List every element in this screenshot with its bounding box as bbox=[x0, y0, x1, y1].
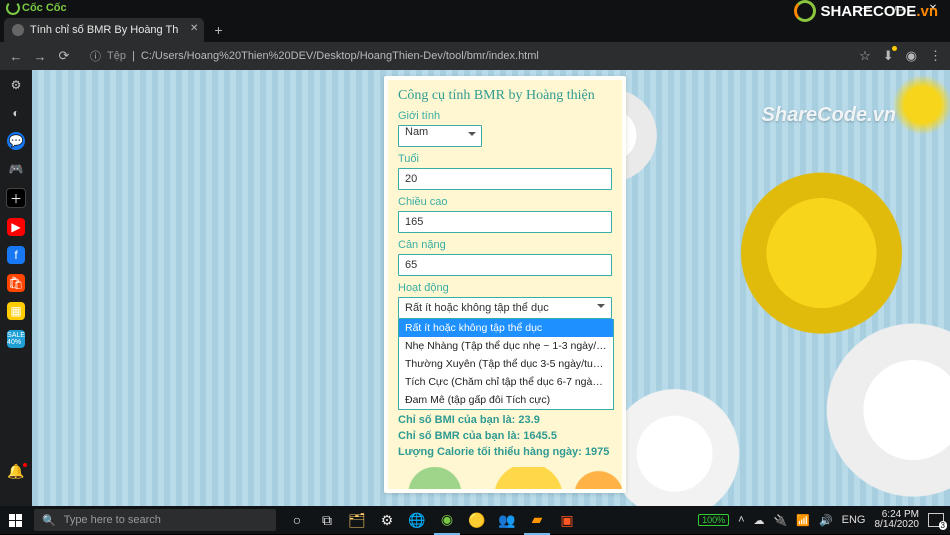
download-icon[interactable]: ⬇ bbox=[883, 48, 894, 64]
clock-date: 8/14/2020 bbox=[875, 520, 920, 531]
bookmark-star-icon[interactable]: ☆ bbox=[859, 48, 871, 64]
activity-option[interactable]: Đam Mê (tập gấp đôi Tích cực) bbox=[399, 391, 613, 409]
age-input[interactable] bbox=[398, 168, 612, 190]
sidebar-settings-icon[interactable]: ⚙ bbox=[7, 76, 25, 94]
activity-value: Rất ít hoặc không tập thể dục bbox=[405, 302, 549, 314]
weight-input[interactable] bbox=[398, 254, 612, 276]
app-extra-icon[interactable]: ▣ bbox=[554, 506, 580, 534]
onedrive-icon[interactable]: ☁ bbox=[754, 514, 765, 527]
result-bmr: Chỉ số BMR của bạn là: 1645.5 bbox=[398, 429, 612, 445]
sidebar-shopping-icon[interactable]: 🛍 bbox=[7, 274, 25, 292]
sidebar-theme-icon[interactable]: ◐ bbox=[7, 104, 25, 122]
sidebar-gamepad-icon[interactable]: 🎮 bbox=[7, 160, 25, 178]
nav-forward-icon[interactable]: → bbox=[32, 49, 48, 64]
sharecode-logo: SHARECODE.vn bbox=[794, 0, 938, 22]
activity-options: Rất ít hoặc không tập thể dục Nhẹ Nhàng … bbox=[398, 319, 614, 410]
sidebar-sale-icon[interactable]: SALE40% bbox=[7, 330, 25, 348]
sidebar-app1-icon[interactable]: ▦ bbox=[7, 302, 25, 320]
weight-label: Cân nặng bbox=[398, 239, 612, 251]
address-bar: ← → ⟳ ⓘ Tệp | C:/Users/Hoang%20Thien%20D… bbox=[0, 42, 950, 70]
taskbar-search[interactable]: 🔍 Type here to search bbox=[34, 509, 276, 531]
windows-logo-icon bbox=[9, 514, 22, 527]
activity-option[interactable]: Rất ít hoặc không tập thể dục bbox=[399, 319, 613, 337]
sidebar-bell-icon[interactable]: 🔔 bbox=[7, 463, 24, 480]
settings-icon[interactable]: ⚙ bbox=[374, 506, 400, 534]
nav-reload-icon[interactable]: ⟳ bbox=[56, 48, 72, 64]
activity-option[interactable]: Thường Xuyên (Tập thể dục 3-5 ngày/tuần) bbox=[399, 355, 613, 373]
wifi-icon[interactable]: 📶 bbox=[796, 514, 810, 527]
battery-indicator[interactable]: 100% bbox=[698, 514, 729, 526]
activity-label: Hoạt động bbox=[398, 282, 612, 294]
start-button[interactable] bbox=[0, 506, 30, 534]
profile-icon[interactable]: ◉ bbox=[906, 48, 917, 64]
sharecode-text: SHARECODE.vn bbox=[820, 3, 938, 20]
windows-taskbar: 🔍 Type here to search ○ ⧉ 🗂 ⚙ 🌐 ◉ 🟡 👥 ▰ … bbox=[0, 506, 950, 534]
result-bmi: Chỉ số BMI của bạn là: 23.9 bbox=[398, 413, 612, 429]
clock[interactable]: 6:24 PM 8/14/2020 bbox=[875, 510, 920, 531]
url-text: C:/Users/Hoang%20Thien%20DEV/Desktop/Hoa… bbox=[141, 50, 539, 62]
edge-icon[interactable]: 🌐 bbox=[404, 506, 430, 534]
sharecode-ring-icon bbox=[794, 0, 816, 22]
coccoc-logo: Cốc Cốc bbox=[6, 1, 67, 15]
age-label: Tuổi bbox=[398, 153, 612, 165]
browser-menu-icon[interactable]: ⋮ bbox=[929, 48, 942, 64]
app-name: Cốc Cốc bbox=[22, 2, 67, 14]
sidebar-youtube-icon[interactable]: ▶ bbox=[7, 218, 25, 236]
bmr-card: Công cụ tính BMR by Hoàng thiện Giới tín… bbox=[384, 76, 626, 493]
sublime-icon[interactable]: ▰ bbox=[524, 505, 550, 535]
browser-sidebar: ⚙ ◐ 💬 🎮 ＋ ▶ f 🛍 ▦ SALE40% 🔔 bbox=[0, 70, 32, 506]
url-input[interactable]: ⓘ Tệp | C:/Users/Hoang%20Thien%20DEV/Des… bbox=[80, 46, 851, 66]
language-indicator[interactable]: ENG bbox=[842, 514, 866, 526]
height-input[interactable] bbox=[398, 211, 612, 233]
volume-icon[interactable]: 🔊 bbox=[819, 514, 833, 527]
results-block: Chỉ số BMI của bạn là: 23.9 Chỉ số BMR c… bbox=[398, 413, 612, 461]
gender-value: Nam bbox=[405, 126, 428, 138]
card-title: Công cụ tính BMR by Hoàng thiện bbox=[398, 88, 612, 104]
caret-down-icon bbox=[597, 304, 605, 312]
tab-close-icon[interactable]: ✕ bbox=[190, 23, 198, 34]
search-icon: 🔍 bbox=[42, 514, 56, 527]
taskview-icon[interactable]: ⧉ bbox=[314, 506, 340, 534]
sidebar-messenger-icon[interactable]: 💬 bbox=[7, 132, 25, 150]
coccoc-taskbar-icon[interactable]: ◉ bbox=[434, 505, 460, 535]
gender-label: Giới tính bbox=[398, 110, 612, 122]
url-scheme: Tệp bbox=[107, 50, 126, 62]
result-cal: Lượng Calorie tối thiểu hàng ngày: 1975 bbox=[398, 445, 612, 461]
search-placeholder: Type here to search bbox=[64, 514, 161, 526]
page-viewport: ShareCode.vn Copyright © ShareCode.vn Cô… bbox=[32, 70, 950, 506]
gender-select[interactable]: Nam bbox=[398, 125, 482, 147]
teams-icon[interactable]: 👥 bbox=[494, 506, 520, 534]
taskbar-pinned: ○ ⧉ 🗂 ⚙ 🌐 ◉ 🟡 👥 ▰ ▣ bbox=[284, 505, 580, 535]
nav-back-icon[interactable]: ← bbox=[8, 49, 24, 64]
system-tray: 100% ˄ ☁ 🔌 📶 🔊 ENG 6:24 PM 8/14/2020 bbox=[698, 510, 950, 531]
height-label: Chiều cao bbox=[398, 196, 612, 208]
site-info-icon[interactable]: ⓘ bbox=[90, 48, 101, 64]
card-footer-decoration bbox=[388, 467, 622, 489]
power-icon[interactable]: 🔌 bbox=[774, 514, 788, 527]
coccoc-swirl-icon bbox=[6, 1, 20, 15]
new-tab-button[interactable]: + bbox=[206, 18, 230, 42]
cortana-icon[interactable]: ○ bbox=[284, 506, 310, 534]
tab-active[interactable]: Tính chỉ số BMR By Hoàng Th ✕ bbox=[4, 18, 204, 42]
caret-down-icon bbox=[468, 132, 476, 140]
watermark-top: ShareCode.vn bbox=[762, 104, 896, 127]
chrome-taskbar-icon[interactable]: 🟡 bbox=[464, 506, 490, 534]
sidebar-facebook-icon[interactable]: f bbox=[7, 246, 25, 264]
activity-option[interactable]: Tích Cực (Chăm chỉ tập thể dục 6-7 ngày/… bbox=[399, 373, 613, 391]
action-center-icon[interactable] bbox=[928, 513, 944, 527]
tab-favicon-icon bbox=[12, 24, 24, 36]
explorer-icon[interactable]: 🗂 bbox=[344, 506, 370, 534]
tray-chevron-icon[interactable]: ˄ bbox=[738, 514, 744, 526]
url-separator: | bbox=[132, 50, 135, 62]
activity-option[interactable]: Nhẹ Nhàng (Tập thể dục nhẹ ~ 1-3 ngày/tu… bbox=[399, 337, 613, 355]
activity-select[interactable]: Rất ít hoặc không tập thể dục bbox=[398, 297, 612, 319]
tab-title: Tính chỉ số BMR By Hoàng Th bbox=[30, 24, 178, 36]
sidebar-add-icon[interactable]: ＋ bbox=[6, 188, 26, 208]
